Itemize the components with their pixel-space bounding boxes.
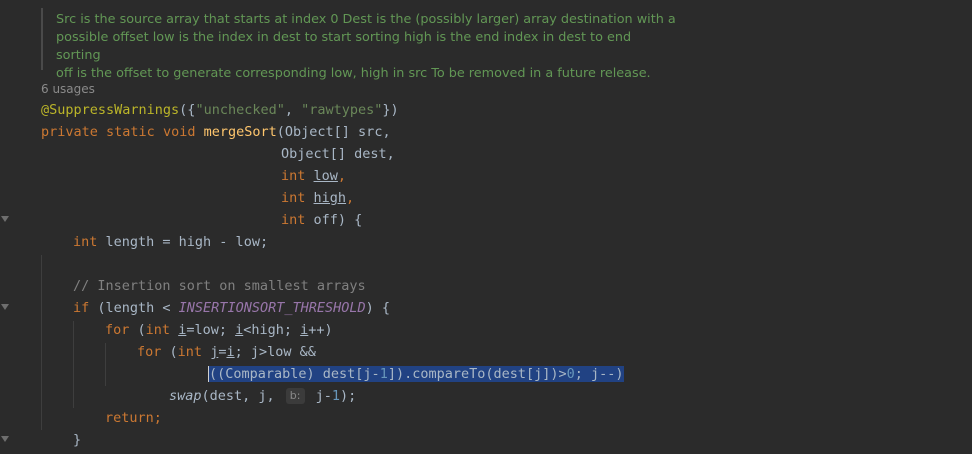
code-line-param-off[interactable]: int off) { [281,209,362,231]
indent-guide [41,255,42,430]
annotation-name: @SuppressWarnings [41,102,180,118]
fold-marker-icon[interactable] [1,216,9,222]
fold-marker-icon[interactable] [1,436,9,442]
code-line-return[interactable]: return; [105,407,162,429]
code-line-param-high[interactable]: int high, [281,187,354,209]
code-line-comment[interactable]: // Insertion sort on smallest arrays [73,275,366,297]
code-line-signature[interactable]: private static void mergeSort(Object[] s… [41,121,391,143]
javadoc-line: off is the offset to generate correspond… [56,66,651,81]
javadoc-line: Src is the source array that starts at i… [56,12,676,27]
editor-gutter [0,0,10,454]
javadoc-line: possible offset low is the index in dest… [56,30,632,63]
code-line-selected[interactable]: ((Comparable) dest[j-1]).compareTo(dest[… [0,363,972,385]
parameter-hint: b: [285,388,305,404]
javadoc-bar [41,8,43,70]
code-line-for-i[interactable]: for (int i=low; i<high; i++) [105,319,333,341]
code-line-swap[interactable]: swap(dest, j, b: j-1); [169,385,356,407]
rendered-javadoc: Src is the source array that starts at i… [56,11,676,83]
code-line-length[interactable]: int length = high - low; [73,231,268,253]
text-selection[interactable]: ((Comparable) dest[j-1]).compareTo(dest[… [208,366,624,382]
code-line-close-brace[interactable]: } [73,429,81,451]
code-line-param-low[interactable]: int low, [281,165,346,187]
usages-inlay[interactable]: 6 usages [41,80,95,98]
code-line-annotation[interactable]: @SuppressWarnings({"unchecked", "rawtype… [41,99,399,121]
swap-call: swap [169,388,202,404]
code-line-if[interactable]: if (length < INSERTIONSORT_THRESHOLD) { [73,297,390,319]
fold-marker-icon[interactable] [1,304,9,310]
code-line-for-j[interactable]: for (int j=i; j>low && [137,341,316,363]
code-line-param-dest[interactable]: Object[] dest, [281,143,395,165]
method-name: mergeSort [203,124,277,140]
